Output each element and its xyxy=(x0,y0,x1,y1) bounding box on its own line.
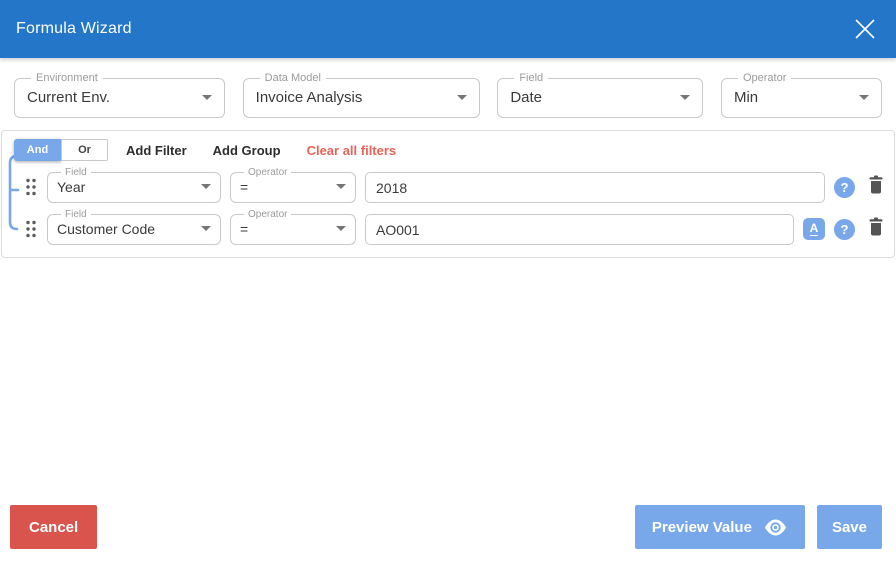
field-label: Field xyxy=(519,72,544,84)
data-model-value: Invoice Analysis xyxy=(255,88,363,106)
filter-builder: And Or Add Filter Add Group Clear all fi… xyxy=(1,130,895,258)
text-case-button[interactable]: A xyxy=(803,218,825,240)
filter-field-value: Customer Code xyxy=(57,220,156,237)
drag-handle-icon[interactable] xyxy=(24,219,38,239)
data-model-select[interactable]: Data Model Invoice Analysis xyxy=(242,72,480,118)
add-filter-button[interactable]: Add Filter xyxy=(126,143,187,158)
delete-filter-button[interactable] xyxy=(868,217,884,239)
field-value: Date xyxy=(510,88,542,106)
environment-value: Current Env. xyxy=(27,88,111,106)
chevron-down-icon xyxy=(202,94,212,100)
filter-operator-select[interactable]: Operator = xyxy=(230,167,356,203)
filter-operator-select[interactable]: Operator = xyxy=(230,209,356,245)
close-icon xyxy=(855,19,875,39)
drag-handle-icon[interactable] xyxy=(24,177,38,197)
clear-all-filters-button[interactable]: Clear all filters xyxy=(307,143,397,158)
preview-value-label: Preview Value xyxy=(651,518,752,536)
filter-value-input[interactable] xyxy=(365,172,825,203)
letter-a-underline-icon: A xyxy=(809,221,819,236)
help-button[interactable]: ? xyxy=(834,219,855,240)
add-group-button[interactable]: Add Group xyxy=(213,143,281,158)
preview-value-button[interactable]: Preview Value xyxy=(634,505,805,549)
selectors-row: Environment Current Env. Data Model Invo… xyxy=(0,58,896,118)
filter-value-input[interactable] xyxy=(365,214,794,245)
formula-wizard-dialog: Formula Wizard Environment Current Env. … xyxy=(0,0,896,561)
save-button[interactable]: Save xyxy=(816,505,882,549)
operator-select[interactable]: Operator Min xyxy=(720,72,882,118)
dialog-header: Formula Wizard xyxy=(0,0,896,58)
question-mark-icon: ? xyxy=(840,222,849,237)
chevron-down-icon xyxy=(201,184,211,189)
filter-toolbar: And Or Add Filter Add Group Clear all fi… xyxy=(14,139,886,161)
dialog-title: Formula Wizard xyxy=(16,20,132,37)
environment-label: Environment xyxy=(36,72,98,84)
chevron-down-icon xyxy=(858,94,869,100)
close-button[interactable] xyxy=(850,14,880,44)
delete-filter-button[interactable] xyxy=(868,175,884,197)
trash-icon xyxy=(869,217,883,236)
filter-operator-value: = xyxy=(240,220,249,237)
filter-field-select[interactable]: Field Year xyxy=(47,167,221,203)
dialog-footer: Cancel Preview Value Save xyxy=(10,505,882,549)
field-select[interactable]: Field Date xyxy=(497,72,704,118)
chevron-down-icon xyxy=(336,226,346,231)
help-button[interactable]: ? xyxy=(834,177,855,198)
filter-row: Field Year Operator = ? xyxy=(14,167,886,203)
cancel-button[interactable]: Cancel xyxy=(10,505,98,549)
chevron-down-icon xyxy=(336,184,346,189)
filter-field-label: Field xyxy=(65,167,87,178)
filter-field-label: Field xyxy=(65,209,87,220)
eye-icon xyxy=(764,519,786,535)
logic-or-button[interactable]: Or xyxy=(61,139,108,161)
chevron-down-icon xyxy=(680,94,691,100)
operator-value: Min xyxy=(733,88,759,106)
filter-field-select[interactable]: Field Customer Code xyxy=(47,209,221,245)
logic-and-button[interactable]: And xyxy=(14,139,61,161)
chevron-down-icon xyxy=(201,226,211,231)
trash-icon xyxy=(869,175,883,194)
logic-toggle: And Or xyxy=(14,139,108,161)
filter-field-value: Year xyxy=(57,178,86,195)
environment-select[interactable]: Environment Current Env. xyxy=(14,72,225,118)
filter-operator-label: Operator xyxy=(248,167,288,178)
filter-operator-label: Operator xyxy=(248,209,288,220)
operator-label: Operator xyxy=(742,72,787,84)
data-model-label: Data Model xyxy=(264,72,321,84)
filter-row: Field Customer Code Operator = A ? xyxy=(14,209,886,245)
chevron-down-icon xyxy=(456,94,467,100)
filter-operator-value: = xyxy=(240,178,249,195)
question-mark-icon: ? xyxy=(840,180,849,195)
